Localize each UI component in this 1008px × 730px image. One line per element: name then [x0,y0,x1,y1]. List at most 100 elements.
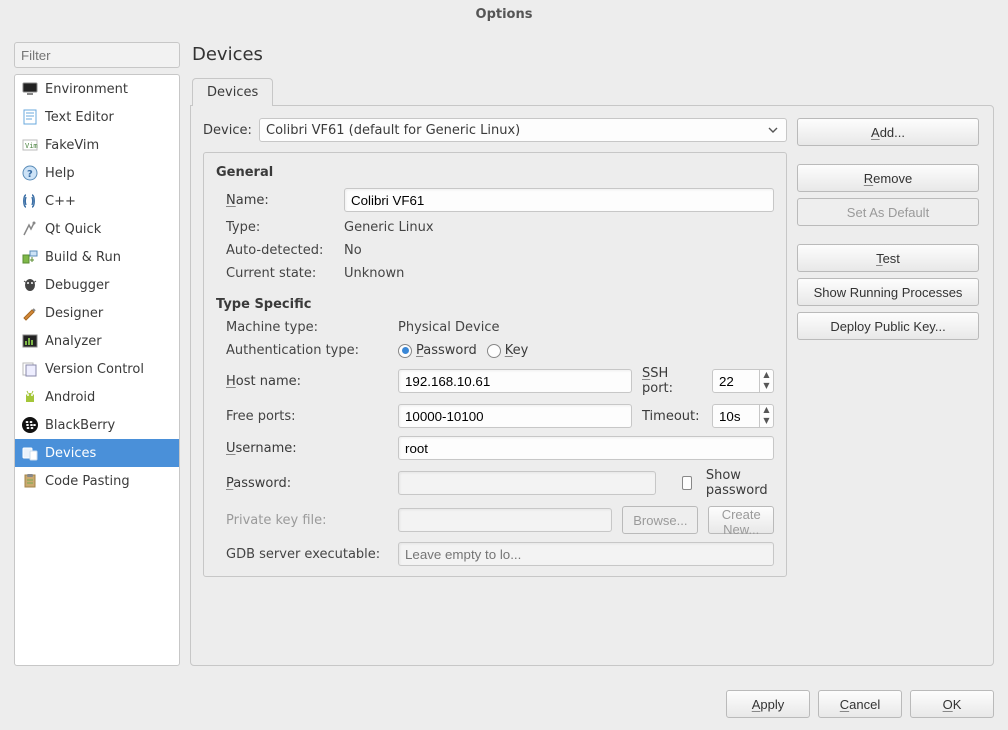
name-field[interactable] [344,188,774,212]
sidebar-item-debugger[interactable]: Debugger [15,271,179,299]
analyzer-icon [21,332,39,350]
sidebar-item-label: Code Pasting [45,474,130,489]
qtquick-icon [21,220,39,238]
sidebar-item-version-control[interactable]: Version Control [15,355,179,383]
sidebar-item-label: Designer [45,306,103,321]
deploy-key-button[interactable]: Deploy Public Key... [797,312,979,340]
sidebar-item-fakevim[interactable]: Vim FakeVim [15,131,179,159]
sidebar-item-c-[interactable]: C++ [15,187,179,215]
gdb-field[interactable] [398,542,774,566]
filter-input[interactable] [14,42,180,68]
password-field[interactable] [398,471,656,495]
sidebar-item-label: BlackBerry [45,418,115,433]
window-body: Environment Text Editor Vim FakeVim? Help C++… [0,28,1008,680]
set-default-button: Set As Default [797,198,979,226]
show-password-checkbox[interactable] [682,476,692,490]
autodetected-label: Auto-detected: [226,243,336,258]
help-icon: ? [21,164,39,182]
device-selected-value: Colibri VF61 (default for Generic Linux) [266,123,520,138]
tabs-strip: Devices [190,75,994,105]
freeports-label: Free ports: [226,409,390,424]
ok-button[interactable]: OK [910,690,994,718]
spinner-arrows-icon[interactable]: ▲▼ [759,405,773,427]
sidebar-item-label: Analyzer [45,334,102,349]
sidebar-item-label: Text Editor [45,110,114,125]
radio-unchecked-icon [487,344,501,358]
devices-icon [21,444,39,462]
type-value: Generic Linux [344,220,774,235]
tab-label: Devices [207,85,258,100]
codepasting-icon [21,472,39,490]
svg-text:?: ? [27,169,33,180]
device-label: Device: [203,123,253,138]
sidebar-item-help[interactable]: ? Help [15,159,179,187]
android-icon [21,388,39,406]
create-new-button[interactable]: Create New... [708,506,774,534]
hostname-field[interactable] [398,369,632,393]
spinner-arrows-icon[interactable]: ▲▼ [759,370,773,392]
freeports-field[interactable] [398,404,632,428]
sidebar-item-label: Version Control [45,362,144,377]
sidebar-item-environment[interactable]: Environment [15,75,179,103]
radio-key[interactable]: Key [487,343,529,358]
gdb-label: GDB server executable: [226,547,390,562]
machinetype-value: Physical Device [398,320,774,335]
currentstate-label: Current state: [226,266,336,281]
show-password-label: Show password [706,468,774,498]
fakevim-icon: Vim [21,136,39,154]
privatekey-label: Private key file: [226,513,390,528]
username-field[interactable] [398,436,774,460]
general-grid: Name: Type: Generic Linux Auto-detected:… [226,188,774,281]
machinetype-label: Machine type: [226,320,390,335]
sidebar-item-label: Debugger [45,278,109,293]
text-editor-icon [21,108,39,126]
name-label: Name: [226,193,336,208]
test-button[interactable]: Test [797,244,979,272]
device-select-row: Device: Colibri VF61 (default for Generi… [203,118,787,142]
content-columns: Device: Colibri VF61 (default for Generi… [203,118,981,577]
sidebar-item-label: Android [45,390,95,405]
sidebar-item-analyzer[interactable]: Analyzer [15,327,179,355]
main-panel: Devices Devices Device: Colibri VF61 (de… [190,42,994,666]
svg-text:Vim: Vim [25,142,38,150]
timeout-spinner[interactable]: ▲▼ [712,404,774,428]
sshport-field[interactable] [713,370,759,392]
sidebar-item-qt-quick[interactable]: Qt Quick [15,215,179,243]
device-combo[interactable]: Colibri VF61 (default for Generic Linux) [259,118,787,142]
sidebar-item-label: Qt Quick [45,222,101,237]
apply-button[interactable]: Apply [726,690,810,718]
monitor-icon [21,80,39,98]
category-list[interactable]: Environment Text Editor Vim FakeVim? Help C++… [14,74,180,666]
sidebar-item-text-editor[interactable]: Text Editor [15,103,179,131]
section-typespecific-title: Type Specific [216,297,774,312]
sidebar-item-code-pasting[interactable]: Code Pasting [15,467,179,495]
remove-button[interactable]: Remove [797,164,979,192]
timeout-field[interactable] [713,405,759,427]
cpp-icon [21,192,39,210]
form-column: Device: Colibri VF61 (default for Generi… [203,118,787,577]
chevron-down-icon [768,125,782,135]
authtype-value: Password Key [398,343,774,358]
password-row: Show password [398,468,774,498]
right-button-column: Add... Remove Set As Default Test Show R… [797,118,981,577]
radio-password[interactable]: Password [398,343,477,358]
add-button[interactable]: Add... [797,118,979,146]
debugger-icon [21,276,39,294]
tab-devices[interactable]: Devices [192,78,273,106]
show-processes-button[interactable]: Show Running Processes [797,278,979,306]
currentstate-value: Unknown [344,266,774,281]
autodetected-value: No [344,243,774,258]
sidebar-item-blackberry[interactable]: BlackBerry [15,411,179,439]
sidebar-item-label: FakeVim [45,138,99,153]
sidebar-item-devices[interactable]: Devices [15,439,179,467]
sidebar-item-android[interactable]: Android [15,383,179,411]
page-title: Devices [192,44,994,65]
typespecific-grid: Machine type: Physical Device Authentica… [226,320,774,566]
freeports-row: Timeout: ▲▼ [398,404,774,428]
cancel-button[interactable]: Cancel [818,690,902,718]
sidebar-item-build-run[interactable]: Build & Run [15,243,179,271]
sshport-spinner[interactable]: ▲▼ [712,369,774,393]
section-general-title: General [216,165,774,180]
sidebar-item-label: Help [45,166,75,181]
sidebar-item-designer[interactable]: Designer [15,299,179,327]
